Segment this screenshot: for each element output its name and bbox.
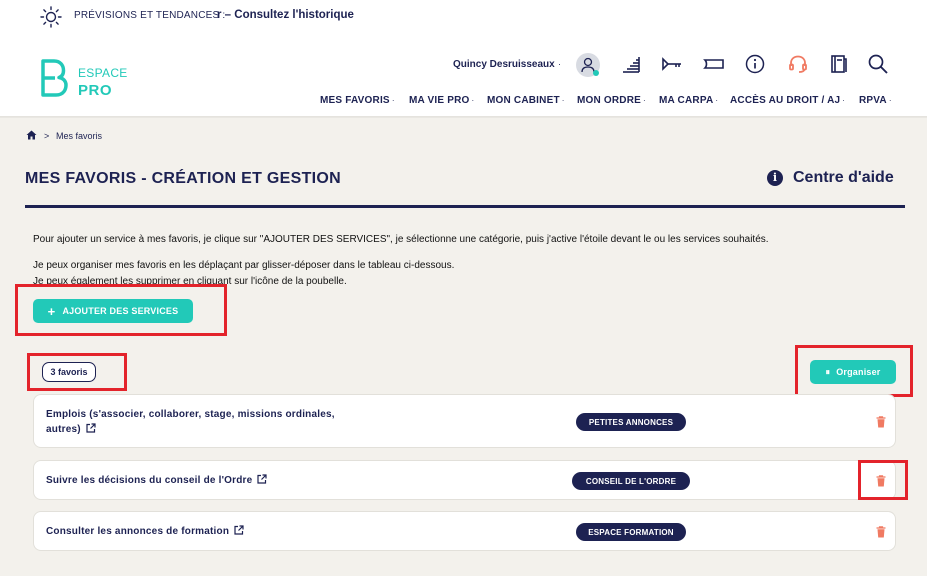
help-center-link[interactable]: Centre d'aide	[793, 169, 894, 187]
highlight-count-badge	[27, 353, 127, 391]
logo-line-espace: ESPACE	[78, 66, 128, 80]
favorite-title[interactable]: Consulter les annonces de formation	[46, 524, 244, 539]
favorite-row[interactable]: Consulter les annonces de formation ESPA…	[33, 511, 896, 551]
nav-mon-cabinet[interactable]: MON CABINET ·	[487, 95, 565, 109]
trash-icon[interactable]	[876, 416, 886, 428]
search-icon[interactable]	[866, 52, 890, 76]
nav-ma-vie-pro[interactable]: MA VIE PRO ·	[409, 95, 474, 109]
user-name[interactable]: Quincy Desruisseaux	[453, 59, 555, 70]
external-link-icon[interactable]	[234, 525, 244, 535]
nav-mes-favoris[interactable]: MES FAVORIS ·	[320, 95, 395, 109]
nav-rpva[interactable]: RPVA ·	[859, 95, 892, 109]
favorite-category-tag: CONSEIL DE L'ORDRE	[572, 472, 690, 490]
breadcrumb-separator: >	[44, 131, 50, 141]
book-icon[interactable]	[826, 52, 850, 76]
external-link-icon[interactable]	[257, 474, 268, 484]
trash-icon[interactable]	[876, 526, 886, 538]
ticker-label: PRÉVISIONS ET TENDANCES :	[74, 10, 226, 21]
favorite-row[interactable]: Emplois (s'associer, collaborer, stage, …	[33, 394, 896, 448]
news-ticker: PRÉVISIONS ET TENDANCES : r – Consultez …	[0, 0, 927, 34]
favorite-category-tag: ESPACE FORMATION	[576, 523, 686, 541]
user-avatar-icon[interactable]	[576, 53, 600, 77]
external-link-icon[interactable]	[86, 423, 96, 433]
favorite-row[interactable]: Suivre les décisions du conseil de l'Ord…	[33, 460, 896, 500]
page-title: MES FAVORIS - CRÉATION ET GESTION	[25, 170, 341, 187]
instructions-organise: Je peux organiser mes favoris en les dép…	[33, 260, 455, 271]
nav-ma-carpa[interactable]: MA CARPA ·	[659, 95, 718, 109]
highlight-organise	[795, 345, 913, 397]
espace-pro-logo[interactable]: ESPACE PRO	[40, 58, 140, 100]
help-info-icon[interactable]: i	[767, 170, 783, 186]
info-icon[interactable]	[743, 52, 767, 76]
nav-mon-ordre[interactable]: MON ORDRE ·	[577, 95, 646, 109]
breadcrumb-current: Mes favoris	[56, 131, 103, 141]
instructions-add: Pour ajouter un service à mes favoris, j…	[33, 234, 769, 245]
b-logo-icon	[41, 59, 68, 97]
favorite-title[interactable]: Emplois (s'associer, collaborer, stage, …	[46, 407, 335, 437]
stairs-icon[interactable]	[619, 52, 643, 76]
main-content: > Mes favoris MES FAVORIS - CRÉATION ET …	[0, 118, 927, 576]
home-icon[interactable]	[26, 130, 37, 140]
logo-line-pro: PRO	[78, 82, 113, 99]
favorite-title[interactable]: Suivre les décisions du conseil de l'Ord…	[46, 473, 268, 488]
key-icon[interactable]	[660, 52, 684, 76]
sun-icon	[40, 6, 62, 28]
highlight-add-services	[15, 284, 227, 336]
headset-icon[interactable]	[786, 52, 810, 76]
ticker-history-link[interactable]: r – Consultez l'historique	[217, 9, 354, 21]
user-menu-caret[interactable]: ·	[558, 59, 561, 69]
favorite-category-tag: PETITES ANNONCES	[576, 413, 686, 431]
title-divider	[25, 205, 905, 208]
highlight-trash	[858, 460, 908, 500]
nav-acces-au-droit[interactable]: ACCÈS AU DROIT / AJ ·	[730, 95, 845, 109]
ticket-icon[interactable]	[702, 52, 726, 76]
